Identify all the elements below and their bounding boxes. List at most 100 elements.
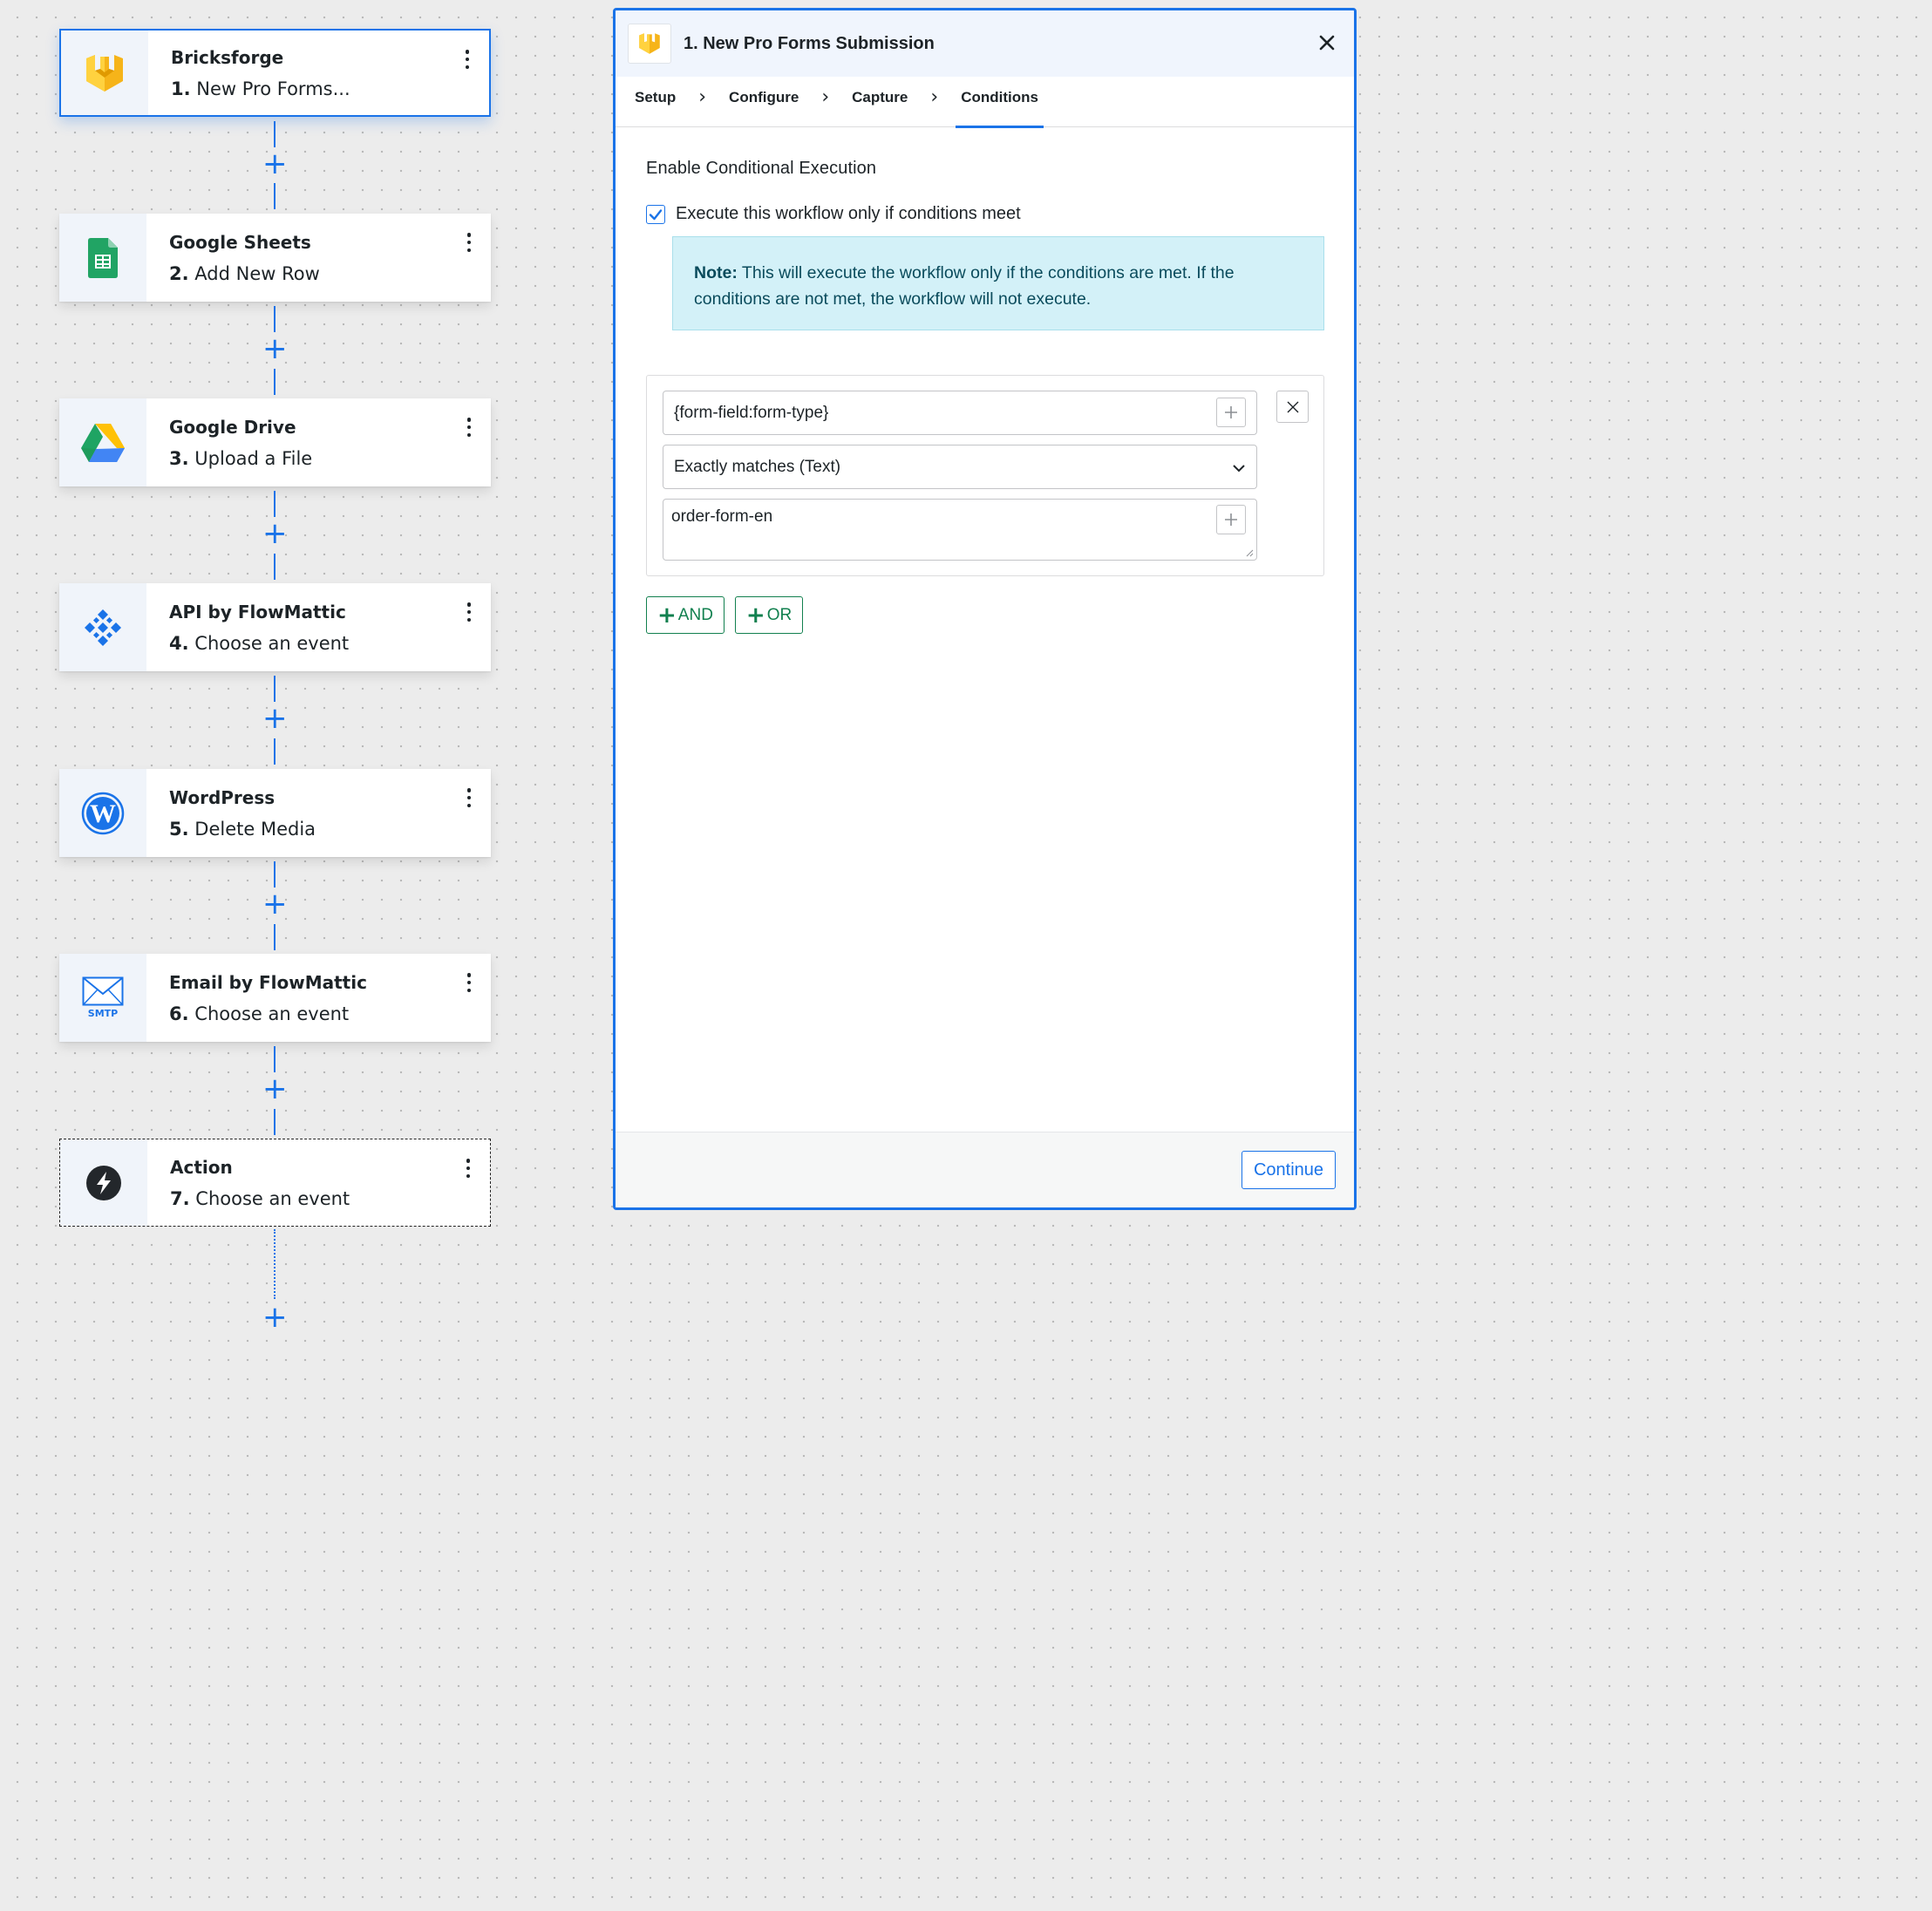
more-options-icon[interactable] — [464, 1159, 473, 1178]
condition-field-input[interactable]: {form-field:form-type} — [663, 391, 1257, 435]
connector-line — [274, 491, 276, 517]
step-event: Upload a File — [194, 447, 313, 469]
wordpress-icon: W — [59, 769, 146, 857]
step-app-name: API by FlowMattic — [169, 601, 346, 622]
connector-line — [274, 738, 276, 765]
add-step-button[interactable]: + — [262, 519, 288, 548]
google-sheets-icon — [59, 214, 146, 302]
tab-configure[interactable]: Configure — [724, 77, 804, 127]
panel-header: 1. New Pro Forms Submission — [616, 10, 1354, 77]
add-step-button[interactable]: + — [262, 704, 288, 733]
remove-condition-button[interactable] — [1276, 391, 1309, 423]
more-options-icon[interactable] — [465, 418, 473, 437]
step-event: Choose an event — [194, 1003, 350, 1024]
panel-title: 1. New Pro Forms Submission — [684, 33, 935, 53]
insert-variable-button[interactable] — [1216, 398, 1246, 427]
step-app-name: WordPress — [169, 786, 276, 808]
connector-line — [274, 861, 276, 887]
step-settings-panel: 1. New Pro Forms Submission Setup › Conf… — [613, 8, 1357, 1210]
chevron-right-icon: › — [698, 85, 707, 108]
chevron-right-icon: › — [930, 85, 939, 108]
step-number: 6. — [169, 1003, 189, 1024]
conditional-execution-checkbox[interactable] — [646, 204, 665, 224]
connector-line — [274, 676, 276, 702]
tab-setup[interactable]: Setup — [629, 77, 681, 127]
step-number: 4. — [169, 632, 189, 654]
step-app-name: Action — [170, 1156, 233, 1178]
step-card-7[interactable]: Action 7. Choose an event — [59, 1139, 491, 1227]
condition-operator-select[interactable]: Exactly matches (Text) — [663, 445, 1257, 489]
info-note: Note: This will execute the workflow onl… — [672, 236, 1324, 330]
bricksforge-icon — [628, 24, 671, 64]
insert-variable-button[interactable] — [1216, 505, 1246, 534]
email-smtp-icon: SMTP — [59, 954, 146, 1042]
step-event: Add New Row — [194, 262, 320, 284]
add-and-condition-button[interactable]: + AND — [646, 596, 724, 634]
plus-icon: + — [657, 602, 677, 629]
step-card-1[interactable]: Bricksforge 1. New Pro Forms... — [59, 29, 491, 117]
section-title: Enable Conditional Execution — [646, 159, 877, 178]
step-event: Choose an event — [195, 1187, 350, 1209]
condition-group: {form-field:form-type} Exactly matches (… — [646, 375, 1324, 576]
note-label: Note: — [694, 263, 738, 282]
connector-line-dotted — [274, 1229, 276, 1299]
bricksforge-icon — [61, 31, 148, 115]
more-options-icon[interactable] — [463, 50, 472, 69]
step-event: New Pro Forms... — [196, 78, 350, 99]
step-event: Choose an event — [194, 632, 350, 654]
google-drive-icon — [59, 398, 146, 486]
step-number: 1. — [171, 78, 191, 99]
close-icon[interactable] — [1316, 31, 1338, 54]
connector-line — [274, 1046, 276, 1072]
add-step-button[interactable]: + — [262, 149, 288, 179]
step-card-5[interactable]: W WordPress 5. Delete Media — [59, 769, 491, 857]
connector-line — [274, 183, 276, 209]
connector-line — [274, 554, 276, 580]
more-options-icon[interactable] — [465, 973, 473, 992]
checkbox-label[interactable]: Execute this workflow only if conditions… — [676, 204, 1021, 224]
connector-line — [274, 924, 276, 950]
step-number: 5. — [169, 818, 189, 840]
step-tabs: Setup › Configure › Capture › Conditions — [616, 77, 1354, 128]
condition-value-textarea[interactable]: order-form-en — [663, 499, 1257, 561]
step-number: 2. — [169, 262, 189, 284]
chevron-right-icon: › — [821, 85, 830, 108]
add-or-condition-button[interactable]: + OR — [734, 596, 804, 634]
step-card-6[interactable]: SMTP Email by FlowMattic 6. Choose an ev… — [59, 954, 491, 1042]
step-card-2[interactable]: Google Sheets 2. Add New Row — [59, 214, 491, 302]
more-options-icon[interactable] — [465, 233, 473, 252]
more-options-icon[interactable] — [465, 788, 473, 807]
connector-line — [274, 121, 276, 147]
smtp-label: SMTP — [87, 1008, 119, 1019]
plus-icon — [1225, 513, 1237, 526]
step-card-4[interactable]: API by FlowMattic 4. Choose an event — [59, 583, 491, 671]
condition-operator-value: Exactly matches (Text) — [674, 458, 841, 476]
chevron-down-icon — [1233, 465, 1245, 473]
connector-line — [274, 1109, 276, 1135]
plus-icon — [1225, 406, 1237, 418]
tab-capture[interactable]: Capture — [847, 77, 913, 127]
close-icon — [1287, 401, 1298, 412]
step-app-name: Bricksforge — [171, 46, 284, 68]
add-step-button[interactable]: + — [262, 334, 288, 364]
condition-field-value: {form-field:form-type} — [674, 404, 829, 422]
more-options-icon[interactable] — [465, 602, 473, 622]
add-step-button[interactable]: + — [262, 889, 288, 919]
api-icon — [59, 583, 146, 671]
step-number: 7. — [170, 1187, 190, 1209]
tab-conditions[interactable]: Conditions — [956, 77, 1044, 128]
step-app-name: Email by FlowMattic — [169, 971, 367, 993]
continue-button[interactable]: Continue — [1242, 1151, 1336, 1189]
checkmark-icon — [649, 208, 663, 220]
step-app-name: Google Drive — [169, 416, 296, 438]
step-number: 3. — [169, 447, 189, 469]
add-step-button[interactable]: + — [262, 1302, 288, 1332]
resize-handle-icon[interactable] — [1245, 548, 1254, 557]
lightning-icon — [60, 1139, 147, 1226]
plus-icon: + — [745, 602, 765, 629]
step-card-3[interactable]: Google Drive 3. Upload a File — [59, 398, 491, 486]
svg-text:W: W — [90, 799, 116, 828]
connector-line — [274, 306, 276, 332]
add-step-button[interactable]: + — [262, 1074, 288, 1104]
step-event: Delete Media — [194, 818, 316, 840]
